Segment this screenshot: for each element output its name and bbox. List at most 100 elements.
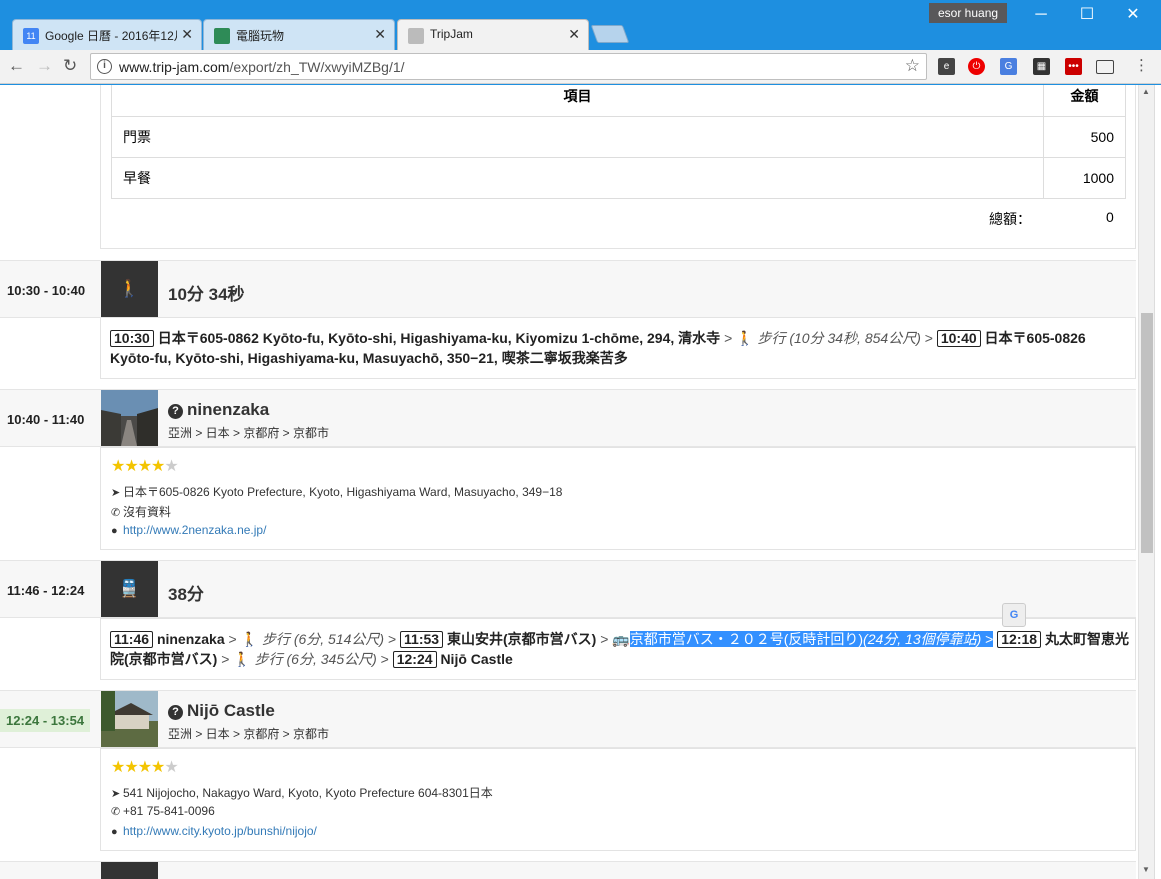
walk-icon: 🚶 [233,651,251,667]
rating-stars: ★★★★★ [111,458,179,475]
profile-button[interactable]: esor huang [929,3,1008,23]
total-label: 總額： [989,211,1031,227]
duration: 38分 [168,585,204,604]
walk-mode: 步行 [261,631,290,647]
place-title[interactable]: ? ninenzaka [168,400,269,420]
time-badge: 12:24 [392,651,437,668]
total-value: 0 [1106,209,1114,225]
tab-title: TripJam [430,27,473,41]
walk-detail: (10分 34秒, 854公尺) [789,330,921,346]
column-header-item: 項目 [111,85,1044,117]
time-range: 10:40 - 11:40 [7,412,85,427]
scroll-up-icon[interactable]: ▲ [1142,87,1150,96]
place: 丸太町 [1044,631,1087,647]
ninenzaka-photo [101,390,158,446]
bus-line-selected[interactable]: 京都市営バス・２０２号(反時計回り) [629,631,864,647]
location-arrow-icon: ➤ [111,788,121,800]
start-place: 日本〒605-0862 Kyōto-fu, Kyōto-shi, Higashi… [157,330,721,346]
tab-tripjam[interactable]: TripJam ✕ [397,19,589,50]
time-badge: 11:53 [400,631,444,648]
new-tab-button[interactable] [590,25,630,43]
bookmark-star-icon[interactable]: ☆ [905,56,920,76]
scroll-down-icon[interactable]: ▼ [1142,865,1150,874]
vertical-scrollbar[interactable]: ▲ ▼ [1138,85,1154,879]
cost-amount: 1000 [1043,157,1126,199]
transport-row-walk: 10:30 - 10:40 🚶 10分 34秒 [0,260,1136,318]
bus-detail-selected[interactable]: (24分, 13個停靠站) [863,631,982,647]
duration: 10分 34秒 [168,285,245,304]
route-detail: 11:46 ninenzaka > 🚶 步行 (6分, 514公尺) > 11:… [110,631,1129,668]
time-range: 10:30 - 10:40 [7,283,86,298]
phone-icon: ✆ [111,507,121,519]
cost-table: 項目 金額 門票 500 早餐 1000 [111,85,1126,199]
title-bar: 11 Google 日曆 - 2016年12月 ✕ 電腦玩物 ✕ TripJam… [0,0,1161,50]
route-detail: 10:30 日本〒605-0862 Kyōto-fu, Kyōto-shi, H… [110,330,1086,366]
question-icon: ? [168,705,183,720]
tripjam-favicon-icon [408,28,424,44]
walk-mode: 步行 [254,651,283,667]
time-badge: 12:18 [997,631,1042,648]
maximize-icon[interactable]: ☐ [1064,2,1110,28]
walk-icon: 🚶 [736,330,754,346]
page-content: 項目 金額 門票 500 早餐 1000 總額： 0 10:30 - 10:40… [0,85,1138,879]
walk-detail: (6分, 345公尺) [286,651,377,667]
tab-title: 電腦玩物 [236,29,285,43]
time-range-current: 12:24 - 13:54 [0,709,91,732]
question-icon: ? [168,404,183,419]
walk-icon: 🚶 [101,261,158,317]
cast-icon[interactable] [1096,60,1114,74]
film-icon[interactable]: ▦ [1033,58,1050,75]
location-arrow-icon: ➤ [111,487,121,499]
place-row-nijo-castle: 12:24 - 13:54 ? Nijō Castle 亞洲 > 日本 > 京都府… [0,690,1136,748]
browser-toolbar: ← → ↻ i www.trip-jam.com/export/zh_TW/xw… [0,50,1161,84]
breadcrumb: 亞洲 > 日本 > 京都府 > 京都市 [168,727,330,741]
website-link[interactable]: ● http://www.city.kyoto.jp/bunshi/nijojo/ [111,824,317,838]
calendar-favicon-icon: 11 [23,28,39,44]
place: ninenzaka [156,631,225,647]
menu-icon[interactable]: ⋮ [1134,56,1149,74]
place-row-ninenzaka: 10:40 - 11:40 ? ninenzaka 亞洲 > 日本 > 京都府 >… [0,389,1136,447]
address-line: ➤ 日本〒605-0826 Kyoto Prefecture, Kyoto, Hi… [111,485,563,499]
tab-google-calendar[interactable]: 11 Google 日曆 - 2016年12月 ✕ [12,19,202,50]
time-badge: 10:40 [936,330,981,347]
evernote-icon[interactable]: e [938,58,955,75]
place: 東山安井(京都市営バス) [446,631,597,647]
end-place: 日本〒605-0826 [984,330,1086,346]
site-favicon-icon [214,28,230,44]
extension-icon[interactable]: ••• [1065,58,1082,75]
close-tab-icon[interactable]: ✕ [568,26,580,43]
reload-icon[interactable]: ↻ [63,56,77,76]
next-row [0,861,1136,879]
address-bar[interactable]: i www.trip-jam.com/export/zh_TW/xwyiMZBg… [90,53,927,80]
info-icon[interactable]: i [97,59,112,74]
translate-icon[interactable]: G [1000,58,1017,75]
place-title[interactable]: ? Nijō Castle [168,701,275,721]
minimize-icon[interactable]: ─ [1018,2,1064,28]
tab-diannao-wanwu[interactable]: 電腦玩物 ✕ [203,19,395,50]
place: Nijō Castle [440,651,513,667]
url-text[interactable]: www.trip-jam.com/export/zh_TW/xwyiMZBg/1… [119,59,405,75]
translate-popup-icon[interactable]: G [1002,603,1026,627]
phone-icon: ✆ [111,806,121,818]
scrollbar-thumb[interactable] [1141,313,1153,553]
transport-row-transit: 11:46 - 12:24 🚆 38分 [0,560,1136,618]
close-window-icon[interactable]: ✕ [1110,2,1156,28]
globe-icon: ● [111,525,118,537]
tab-title: Google 日曆 - 2016年12月 [45,29,177,43]
nijo-castle-photo [101,691,158,747]
close-tab-icon[interactable]: ✕ [374,26,386,43]
forward-icon[interactable]: → [36,56,53,76]
bus-icon: 🚌 [612,631,630,647]
cost-name: 早餐 [111,157,1044,199]
walk-icon: 🚶 [240,631,259,647]
table-row: 門票 500 [111,116,1126,158]
close-tab-icon[interactable]: ✕ [181,26,193,43]
address-line: ➤ 541 Nijojocho, Nakagyo Ward, Kyoto, Kyo… [111,786,493,800]
website-link[interactable]: ● http://www.2nenzaka.ne.jp/ [111,523,266,537]
background-window-edge [1154,85,1161,879]
power-icon[interactable]: ⏻ [968,58,985,75]
cost-amount: 500 [1043,116,1126,158]
time-range: 11:46 - 12:24 [7,583,85,598]
back-icon[interactable]: ← [8,56,25,76]
next-row-icon [101,862,158,879]
